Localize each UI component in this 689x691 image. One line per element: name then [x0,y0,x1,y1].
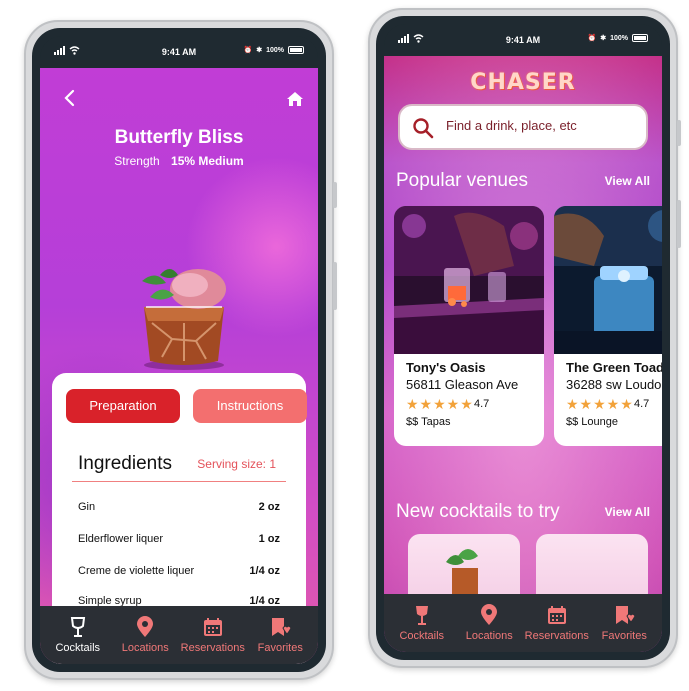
venue-rating: 4.7 [634,398,650,410]
ingredient-qty: 2 oz [258,501,280,513]
search-icon [413,118,434,139]
tab-locations[interactable]: Locations [457,604,521,642]
ingredient-name: Elderflower liquer [78,533,163,545]
view-all-venues-link[interactable]: View All [605,174,650,188]
strength-label: Strength [114,154,160,168]
ingredient-row: Gin 2 oz [78,501,280,517]
back-button[interactable] [60,88,82,110]
venue-photo [554,206,662,354]
strength-row: Strength 15% Medium [40,154,318,168]
side-button [333,182,337,208]
venue-name: The Green Toad [566,360,662,375]
venue-photo [394,206,544,354]
venue-meta: $$ Lounge [566,416,618,428]
calendar-icon [203,618,222,636]
cocktail-glass-icon [70,617,85,637]
tab-locations[interactable]: Locations [113,616,177,654]
venue-rating: 4.7 [474,398,490,410]
status-bar: 9:41 AM ⏰ ✱ 100% [384,24,662,56]
phone-bezel: 9:41 AM ⏰ ✱ 100% Butterfly Bliss Strengt… [32,28,326,672]
tab-favorites[interactable]: Favorites [248,616,312,654]
battery-percent: 100% [266,46,284,54]
tab-label: Reservations [524,630,589,642]
bottom-tab-bar: Cocktails Locations Reservations Favorit… [40,606,318,664]
cocktail-glass-icon [415,606,428,625]
cocktail-detail-screen: 9:41 AM ⏰ ✱ 100% Butterfly Bliss Strengt… [40,36,318,664]
popular-venues-title: Popular venues [396,170,529,191]
ingredient-qty: 1 oz [258,533,280,545]
calendar-icon [547,606,566,624]
home-screen: 9:41 AM ⏰ ✱ 100% CHASER Popular venues V… [384,24,662,652]
divider [72,481,286,482]
tab-label: Favorites [257,642,303,654]
venue-name: Tony's Oasis [406,360,486,375]
view-all-cocktails-link[interactable]: View All [605,505,650,519]
tab-label: Locations [465,630,513,642]
bluetooth-icon: ✱ [600,35,607,42]
phone-bezel: 9:41 AM ⏰ ✱ 100% CHASER Popular venues V… [376,16,670,660]
tab-favorites[interactable]: Favorites [592,604,656,642]
status-right: ⏰ ✱ 100% [587,34,648,42]
battery-icon [632,34,648,42]
bottom-tab-bar: Cocktails Locations Reservations Favorit… [384,594,662,652]
tab-cocktails[interactable]: Cocktails [390,604,454,642]
alarm-icon: ⏰ [587,35,597,42]
strength-value: 15% Medium [171,154,244,168]
ingredient-row: Elderflower liquer 1 oz [78,533,280,549]
search-bar[interactable] [398,104,648,150]
battery-percent: 100% [610,34,628,42]
side-button [677,200,681,248]
venue-address: 36288 sw Loudon [566,377,662,392]
instructions-tab[interactable]: Instructions [193,389,307,423]
ingredient-qty: 1/4 oz [249,565,280,577]
drink-title: Butterfly Bliss [114,127,244,148]
favorites-icon [616,606,636,624]
location-pin-icon [481,604,498,625]
battery-icon [288,46,304,54]
tab-label: Cocktails [399,630,445,642]
tab-label: Locations [121,642,169,654]
status-right: ⏰ ✱ 100% [243,46,304,54]
preparation-tab[interactable]: Preparation [66,389,180,423]
home-button[interactable] [286,91,304,107]
serving-size[interactable]: Serving size: 1 [197,457,276,471]
phone-frame-left: 9:41 AM ⏰ ✱ 100% Butterfly Bliss Strengt… [24,20,334,680]
alarm-icon: ⏰ [243,47,253,54]
favorites-icon [272,618,292,636]
tab-cocktails[interactable]: Cocktails [46,616,110,654]
ingredient-row: Creme de violette liquer 1/4 oz [78,565,280,581]
venue-meta: $$ Tapas [406,416,451,428]
cocktail-image [142,269,226,370]
app-logo: CHASER [470,70,576,95]
venue-card[interactable]: Tony's Oasis 56811 Gleason Ave ★★★★★ 4.7… [394,206,544,446]
star-rating-icon: ★★★★★ [406,396,474,412]
search-input[interactable] [446,118,646,133]
tab-label: Favorites [601,630,647,642]
star-rating-icon: ★★★★★ [566,396,634,412]
home-icon [287,92,303,106]
venue-address: 56811 Gleason Ave [406,377,519,392]
status-bar: 9:41 AM ⏰ ✱ 100% [40,36,318,68]
tab-label: Reservations [180,642,245,654]
side-button [677,120,681,146]
tab-label: Cocktails [55,642,101,654]
venue-card[interactable]: The Green Toad 36288 sw Loudon ★★★★★ 4.7… [554,206,662,446]
ingredient-name: Creme de violette liquer [78,565,195,577]
ingredients-title: Ingredients [78,453,173,474]
bluetooth-icon: ✱ [256,47,263,54]
location-pin-icon [137,616,154,637]
chevron-left-icon [64,89,75,107]
side-button [333,262,337,310]
new-cocktails-title: New cocktails to try [396,501,560,522]
tab-reservations[interactable]: Reservations [181,616,245,654]
ingredient-name: Gin [78,501,96,513]
tab-reservations[interactable]: Reservations [525,604,589,642]
phone-frame-right: 9:41 AM ⏰ ✱ 100% CHASER Popular venues V… [368,8,678,668]
